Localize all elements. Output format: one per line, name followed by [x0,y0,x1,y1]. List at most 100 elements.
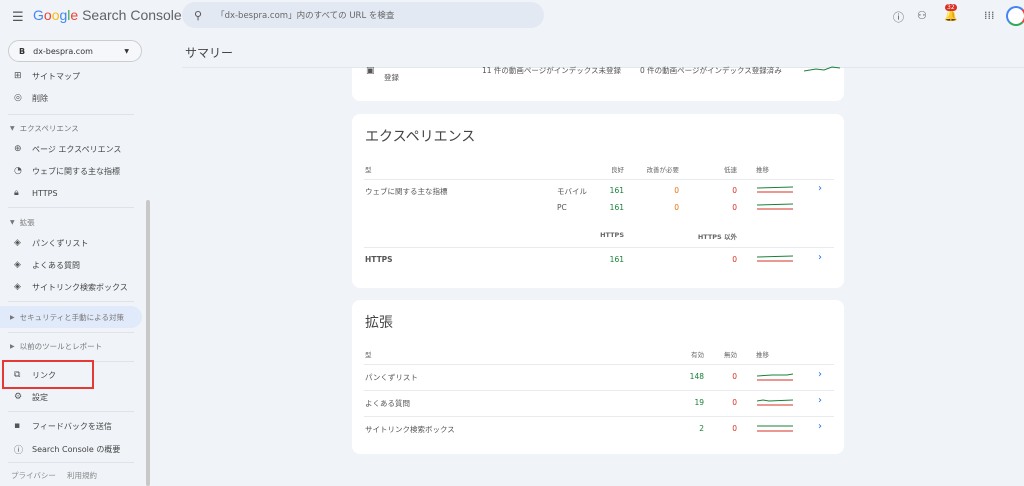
poor-count: 0 [732,203,737,212]
https-count: 161 [609,255,624,264]
poor-count: 0 [732,186,737,195]
col-needs-improvement: 改善が必要 [646,166,680,174]
gear-icon: ⚙ [14,392,23,402]
row-label: HTTPS [365,255,393,264]
device-label: PC [557,203,567,212]
layers-icon: ◈ [14,238,21,248]
sidebar-item-https[interactable]: 🔒︎ HTTPS [0,183,142,203]
layers-icon: ◈ [14,282,21,292]
sidebar-scrollbar[interactable] [146,200,150,486]
section-extensions[interactable]: ▼ 拡張 [0,212,142,232]
divider [8,114,134,115]
col-non-https: HTTPS 以外 [697,233,737,241]
invalid-count: 0 [732,372,737,381]
sidebar-item-about[interactable]: ⓘ Search Console の概要 [0,439,142,459]
sidebar-item-label: サイトマップ [32,71,80,81]
page-title: サマリー [185,46,234,60]
extensions-card: 拡張 型 有効 無効 推移 パンくずリスト 148 0 › よくある質問 19 … [352,300,844,454]
divider [8,332,134,333]
trend-sparkline [757,186,793,193]
help-icon[interactable]: ⓘ [893,9,904,25]
url-inspection-search[interactable]: ⚲ 「dx-bespra.com」内のすべての URL を検査 [182,2,544,28]
extensions-title: 拡張 [365,315,393,331]
eye-off-icon: ◎ [14,93,22,103]
gauge-icon: ◔ [14,166,22,176]
apps-icon[interactable]: ⁞⁞⁞ [984,9,995,22]
notification-badge: 32 [945,4,957,11]
sidebar-item-label: よくある質問 [32,260,80,270]
divider [8,207,134,208]
trend-sparkline [757,399,793,406]
section-security[interactable]: ▶ セキュリティと手動による対策 [0,306,142,328]
sidebar-item-page-experience[interactable]: ⊕ ページ エクスペリエンス [0,139,142,159]
sidebar-item-label: パンくずリスト [32,238,89,248]
video-card: ▣ 登録 11 件の動画ページがインデックス未登録 0 件の動画ページがインデッ… [352,66,844,101]
info-icon: ⓘ [14,445,24,456]
sidebar-item-sitelinks-searchbox[interactable]: ◈ サイトリンク検索ボックス [0,277,142,297]
menu-icon[interactable]: ☰ [12,10,24,25]
divider [364,364,834,365]
property-name: dx-bespra.com [33,46,93,56]
app-logo[interactable]: Google Search Console [33,7,182,23]
trend-sparkline [757,373,793,381]
caret-right-icon: ▶ [10,342,15,350]
needs-count: 0 [674,186,679,195]
section-legacy[interactable]: ▶ 以前のツールとレポート [0,336,142,356]
section-label: セキュリティと手動による対策 [19,312,124,322]
divider [8,301,134,302]
sidebar-item-label: 削除 [32,93,48,103]
sidebar-item-label: 設定 [32,392,48,402]
layers-icon: ◈ [14,260,21,270]
avatar[interactable] [1006,6,1024,26]
divider [8,462,134,463]
divider [364,247,834,248]
divider [8,411,134,412]
video-icon: ▣ [366,66,375,76]
row-label: よくある質問 [365,399,410,408]
row-label: サイトリンク検索ボックス [365,425,455,434]
site-favicon-icon: B [19,46,26,56]
chevron-right-icon[interactable]: › [818,421,822,432]
property-selector[interactable]: Bdx-bespra.com ▼ [8,40,142,62]
good-count: 161 [609,186,624,195]
section-experience[interactable]: ▼ エクスペリエンス [0,118,142,138]
needs-count: 0 [674,203,679,212]
sidebar-item-label: HTTPS [32,188,58,198]
col-good: 良好 [611,166,624,174]
col-trend: 推移 [756,166,769,174]
lock-icon: 🔒︎ [14,188,19,198]
sidebar-item-core-web-vitals[interactable]: ◔ ウェブに関する主な指標 [0,161,142,181]
sidebar-item-settings[interactable]: ⚙ 設定 [0,387,142,407]
device-label: モバイル [557,187,587,196]
trend-sparkline [757,255,793,262]
divider [364,390,834,391]
sidebar-item-removals[interactable]: ◎ 削除 [0,88,142,108]
sidebar-item-faq[interactable]: ◈ よくある質問 [0,255,142,275]
sitemap-icon: ⊞ [14,71,22,81]
col-trend: 推移 [756,351,769,359]
sidebar-item-feedback[interactable]: ▪ フィードバックを送信 [0,416,142,436]
video-row-label: 登録 [384,73,399,82]
section-label: 以前のツールとレポート [19,341,103,351]
sidebar-item-breadcrumbs[interactable]: ◈ パンくずリスト [0,233,142,253]
manage-users-icon[interactable]: ⚇ [917,9,927,22]
chevron-right-icon[interactable]: › [818,395,822,406]
sidebar-item-sitemaps[interactable]: ⊞ サイトマップ [0,66,142,86]
search-placeholder: 「dx-bespra.com」内のすべての URL を検査 [216,11,395,21]
top-bar: ☰ Google Search Console ⚲ 「dx-bespra.com」… [0,0,1024,34]
sidebar-item-label: Search Console の概要 [32,444,121,454]
chevron-right-icon[interactable]: › [818,252,822,263]
trend-sparkline [757,425,793,432]
chevron-right-icon[interactable]: › [818,183,822,194]
chevron-right-icon[interactable]: › [818,369,822,380]
experience-title: エクスペリエンス [365,129,476,145]
row-label: ウェブに関する主な指標 [365,187,448,196]
search-icon: ⚲ [194,8,203,22]
trend-sparkline [804,66,840,72]
divider [364,179,834,180]
video-not-indexed: 11 件の動画ページがインデックス未登録 [482,66,622,75]
terms-link[interactable]: 利用規約 [67,470,97,481]
trend-sparkline [757,203,793,210]
section-label: エクスペリエンス [19,123,79,133]
privacy-link[interactable]: プライバシー [11,470,56,481]
